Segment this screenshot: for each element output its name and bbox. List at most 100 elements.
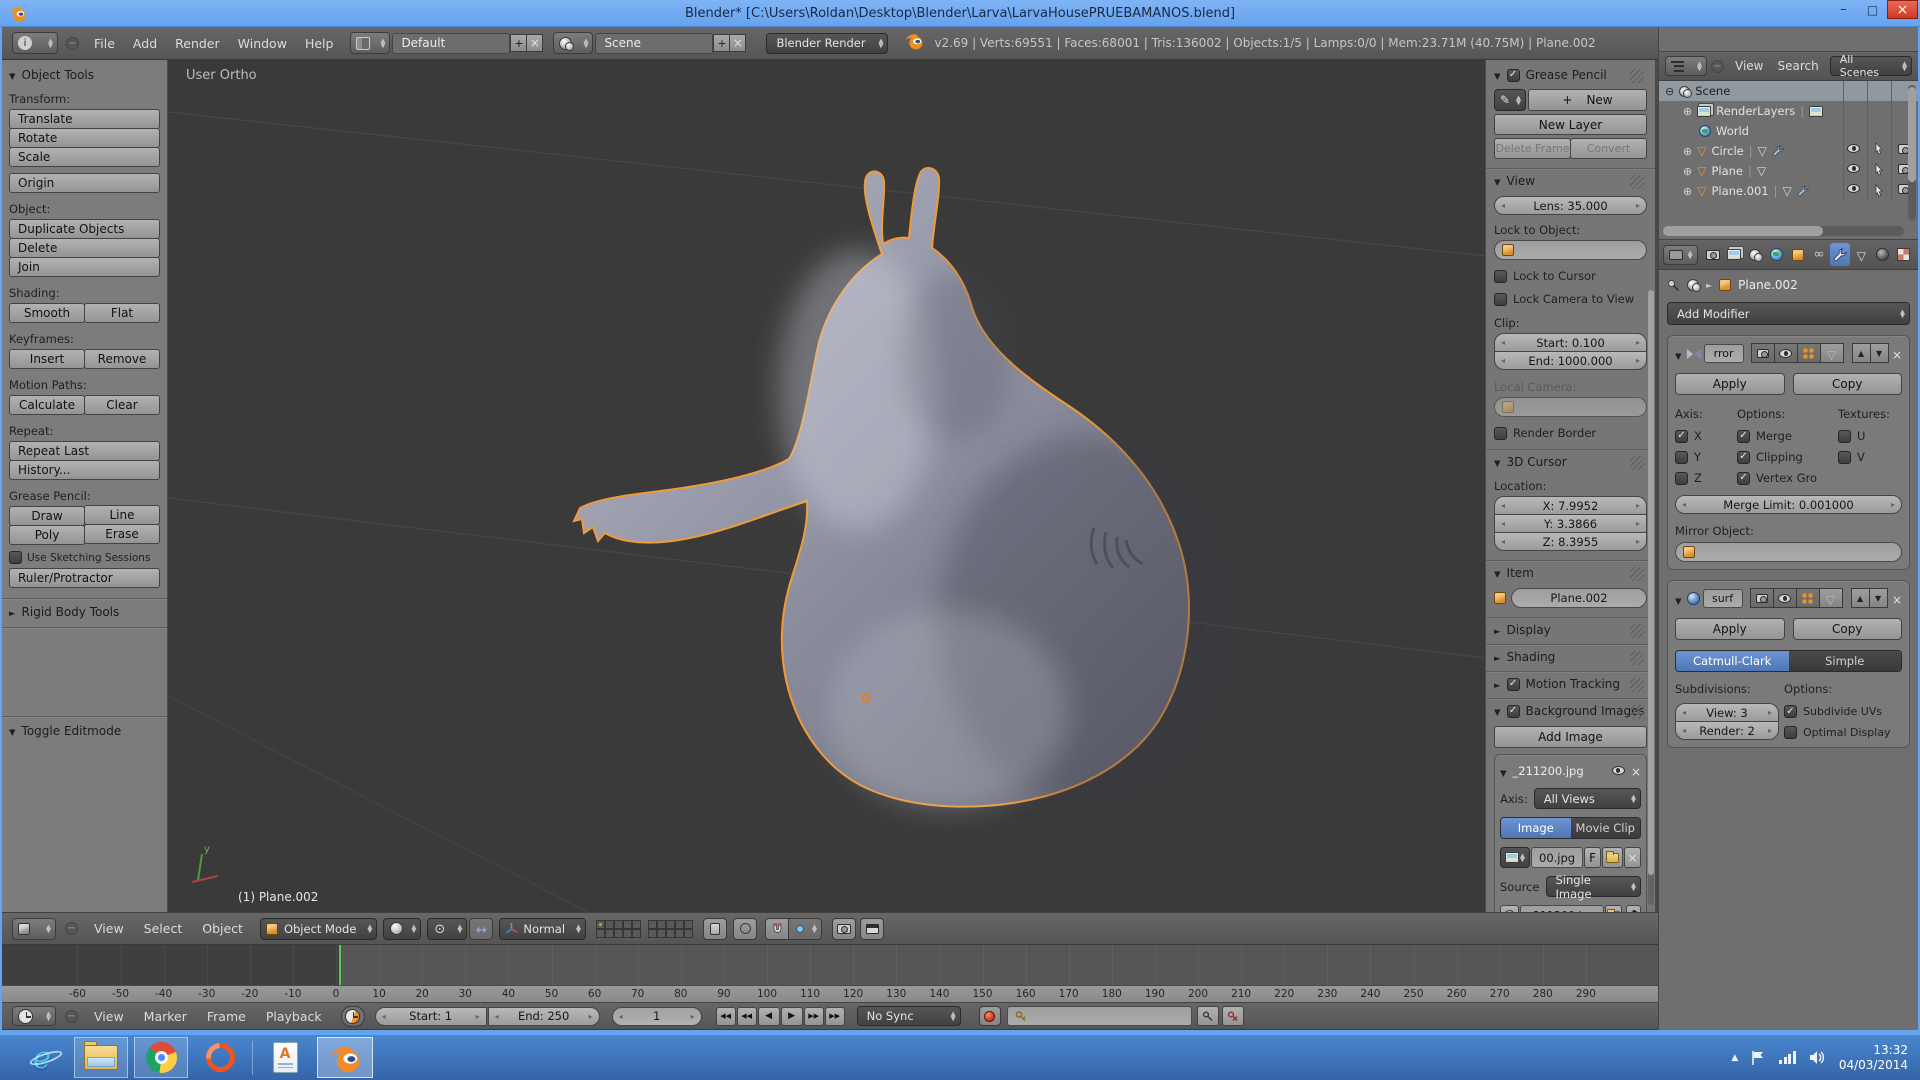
gp-delete-frame-button[interactable]: Delete Frame — [1494, 138, 1571, 159]
local-camera-field[interactable] — [1494, 397, 1647, 417]
scene-icon-button[interactable] — [553, 32, 593, 54]
texture-u-checkbox[interactable] — [1838, 430, 1851, 443]
current-frame-field[interactable]: 1 — [612, 1007, 702, 1026]
timeline-menu-frame[interactable]: Frame — [198, 1009, 255, 1024]
collapse-icon[interactable]: ⊖ — [1665, 85, 1674, 98]
close-button[interactable]: × — [1887, 0, 1918, 19]
layers-widget-group1[interactable] — [596, 920, 641, 938]
collapse-triangle-icon[interactable] — [1675, 589, 1682, 608]
image-datablock-button[interactable] — [1500, 847, 1530, 868]
ruler-protractor-button[interactable]: Ruler/Protractor — [9, 568, 160, 588]
menu-file[interactable]: File — [85, 36, 124, 51]
screen-layout-name-field[interactable]: Default — [392, 33, 510, 54]
opengl-render-button[interactable] — [832, 918, 856, 940]
properties-editor-type-button[interactable] — [1663, 245, 1698, 265]
viewport-menu-object[interactable]: Object — [193, 921, 252, 936]
layers-widget-group2[interactable] — [648, 920, 693, 938]
remove-keyframe-button[interactable]: Remove — [84, 349, 160, 369]
frame-start-field[interactable]: Start: 1 — [375, 1007, 487, 1026]
panel-grip[interactable] — [1630, 69, 1644, 83]
action-center-flag-icon[interactable] — [1751, 1050, 1766, 1066]
opengl-render-anim-button[interactable] — [860, 918, 884, 940]
motion-tracking-checkbox[interactable] — [1507, 678, 1520, 691]
jump-next-keyframe-button[interactable]: ▶▶ — [804, 1007, 824, 1026]
outliner-vscrollbar[interactable] — [1908, 85, 1916, 220]
modifier-name-field[interactable]: rror — [1704, 344, 1744, 363]
display-panel-header[interactable]: Display — [1494, 621, 1647, 639]
expand-icon[interactable]: ⊕ — [1683, 165, 1692, 178]
tab-texture[interactable] — [1894, 243, 1914, 266]
show-hidden-icons-button[interactable]: ▲ — [1731, 1053, 1738, 1063]
filepath-icon-button[interactable] — [1500, 905, 1519, 912]
viewport-menu-view[interactable]: View — [85, 921, 133, 936]
object-tools-panel-header[interactable]: Object Tools — [9, 66, 160, 84]
modifier-editmode-toggle[interactable] — [1796, 588, 1820, 608]
lock-to-object-field[interactable] — [1494, 240, 1647, 260]
menu-add[interactable]: Add — [124, 36, 166, 51]
tab-object[interactable] — [1788, 243, 1808, 266]
filepath-field[interactable]: _211200.jpg — [1520, 905, 1604, 912]
current-frame-line[interactable] — [339, 945, 341, 985]
minimize-button[interactable]: – — [1829, 0, 1858, 19]
lock-to-scene-toggle[interactable] — [703, 918, 727, 940]
tab-world[interactable] — [1766, 243, 1786, 266]
render-engine-select[interactable]: Blender Render — [766, 33, 888, 54]
gp-poly-button[interactable]: Poly — [9, 525, 85, 545]
motion-tracking-panel-header[interactable]: Motion Tracking — [1494, 675, 1647, 693]
viewport-shading-select[interactable] — [383, 918, 421, 940]
tab-catmull-clark[interactable]: Catmull-Clark — [1676, 651, 1789, 671]
tab-modifiers[interactable] — [1830, 243, 1850, 266]
hide-toggle-icon[interactable] — [1847, 184, 1860, 193]
duplicate-objects-button[interactable]: Duplicate Objects — [9, 219, 160, 239]
repeat-last-button[interactable]: Repeat Last — [9, 441, 160, 461]
translate-button[interactable]: Translate — [9, 109, 160, 129]
taskbar-ie-icon[interactable]: e — [16, 1037, 68, 1078]
taskbar-blender-icon[interactable] — [317, 1037, 373, 1078]
viewport-editor-type-button[interactable] — [12, 918, 56, 940]
timeline-menu-view[interactable]: View — [85, 1009, 133, 1024]
editor-type-button[interactable]: i — [12, 32, 58, 54]
shading-panel-header[interactable]: Shading — [1494, 648, 1647, 666]
toggle-editmode-panel-header[interactable]: Toggle Editmode — [9, 722, 160, 740]
merge-limit-slider[interactable]: Merge Limit: 0.001000 — [1675, 495, 1902, 514]
lock-camera-checkbox[interactable] — [1494, 293, 1507, 306]
hide-toggle-icon[interactable] — [1847, 164, 1860, 173]
outliner-editor-type-button[interactable] — [1665, 56, 1707, 76]
timeline-scrollbar[interactable]: -60-50-40-30-20-100102030405060708090100… — [2, 985, 1658, 1003]
lock-to-cursor-checkbox[interactable] — [1494, 270, 1507, 283]
modifier-cage-toggle[interactable] — [1820, 343, 1844, 363]
outliner-row-renderlayers[interactable]: ⊕RenderLayers| — [1659, 101, 1918, 121]
collapse-triangle-icon[interactable] — [1675, 344, 1682, 363]
menu-help[interactable]: Help — [296, 36, 343, 51]
render-border-checkbox[interactable] — [1494, 427, 1507, 440]
subdivide-uvs-checkbox[interactable] — [1784, 705, 1797, 718]
insert-keyframe-button[interactable]: Insert — [9, 349, 85, 369]
viewport-3d[interactable]: y User Ortho (1) Plane.002 — [168, 60, 1485, 912]
tab-scene[interactable] — [1745, 243, 1765, 266]
network-icon[interactable] — [1779, 1051, 1796, 1064]
view-subdivisions-slider[interactable]: View: 3 — [1675, 703, 1779, 722]
collapse-menus-icon[interactable] — [65, 922, 78, 935]
taskbar-explorer-icon[interactable] — [74, 1037, 128, 1078]
vertex-groups-checkbox[interactable] — [1737, 472, 1750, 485]
merge-checkbox[interactable] — [1737, 430, 1750, 443]
gp-line-button[interactable]: Line — [84, 505, 160, 525]
transform-orientation-select[interactable]: Normal — [499, 918, 586, 940]
copy-modifier-button[interactable]: Copy — [1793, 373, 1903, 395]
maximize-button[interactable]: □ — [1858, 0, 1887, 19]
gp-datablock-button[interactable] — [1494, 89, 1526, 111]
menu-render[interactable]: Render — [166, 36, 229, 51]
modifier-view-toggle[interactable] — [1773, 588, 1797, 608]
grease-pencil-checkbox[interactable] — [1507, 69, 1520, 82]
tab-render[interactable] — [1703, 243, 1723, 266]
viewport-menu-select[interactable]: Select — [135, 921, 192, 936]
move-modifier-down-button[interactable]: ▼ — [1870, 343, 1889, 363]
expand-icon[interactable]: ⊕ — [1683, 185, 1692, 198]
use-sketching-checkbox[interactable] — [9, 551, 22, 564]
add-layout-button[interactable]: + — [510, 34, 527, 52]
apply-modifier-button[interactable]: Apply — [1675, 618, 1785, 640]
add-scene-button[interactable]: + — [713, 34, 730, 52]
gp-new-layer-button[interactable]: New Layer — [1494, 114, 1647, 135]
selectable-toggle-icon[interactable] — [1874, 163, 1884, 176]
volume-icon[interactable] — [1809, 1050, 1826, 1065]
